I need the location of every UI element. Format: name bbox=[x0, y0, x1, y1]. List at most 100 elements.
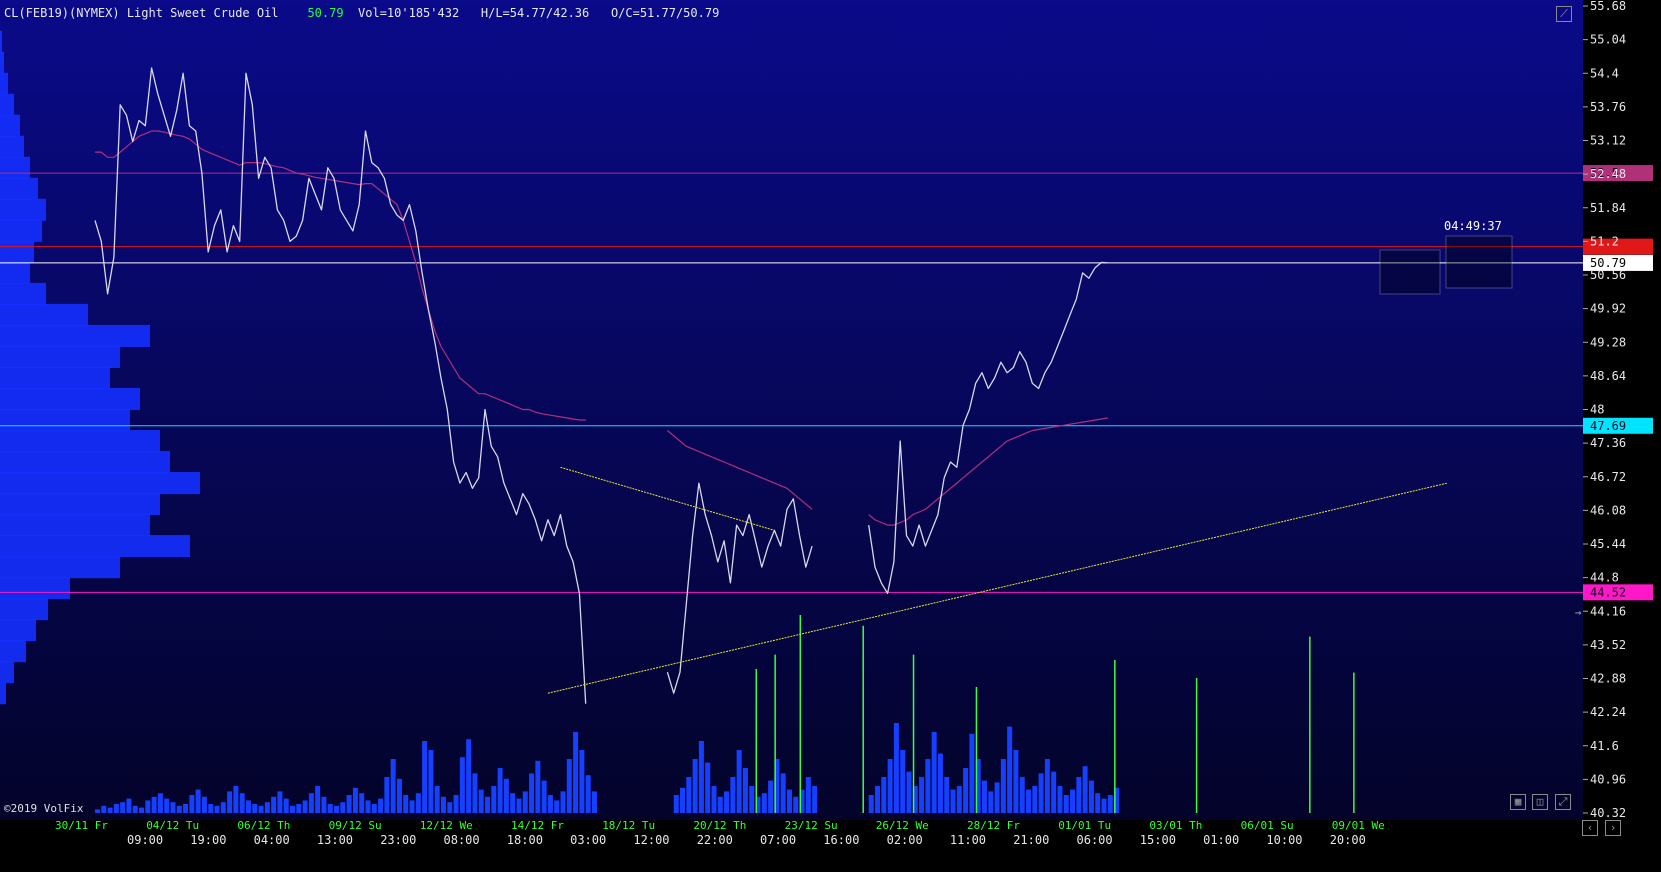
y-tick-label: 51.2 bbox=[1590, 234, 1619, 248]
volume-bar bbox=[1095, 793, 1101, 813]
volume-bar bbox=[214, 805, 220, 813]
last-price: 50.79 bbox=[307, 6, 344, 20]
instrument-name: CL(FEB19)(NYMEX) Light Sweet Crude Oil bbox=[4, 6, 279, 20]
volume-bar bbox=[994, 782, 1000, 813]
expand-icon[interactable]: ⤢ bbox=[1555, 794, 1571, 810]
scroll-arrow-icon[interactable]: → bbox=[1570, 606, 1586, 622]
x-time-label: 12:00 bbox=[633, 833, 669, 847]
volume-bar bbox=[944, 777, 950, 813]
volume-bar bbox=[422, 741, 428, 813]
volume-bar bbox=[768, 780, 774, 813]
instrument-header: CL(FEB19)(NYMEX) Light Sweet Crude Oil 5… bbox=[4, 6, 719, 20]
volume-bar bbox=[1019, 777, 1025, 813]
volume-bar bbox=[447, 802, 453, 813]
grid-layout-icon[interactable]: ▦ bbox=[1510, 794, 1526, 810]
profile-bar bbox=[0, 619, 36, 642]
volume-bar bbox=[428, 750, 434, 813]
volume-bar bbox=[906, 771, 912, 813]
x-time-label: 09:00 bbox=[127, 833, 163, 847]
volume-bar bbox=[875, 786, 881, 813]
y-tick-label: 49.92 bbox=[1590, 302, 1626, 316]
volume-bar bbox=[189, 795, 195, 813]
volume-bar bbox=[252, 804, 258, 813]
volume-bar bbox=[485, 796, 491, 813]
volume-bar bbox=[466, 739, 472, 813]
volume-bar bbox=[145, 800, 151, 813]
volume-bar bbox=[585, 775, 591, 813]
bar-countdown-timer: 04:49:37 bbox=[1444, 219, 1502, 233]
profile-bar bbox=[0, 598, 48, 621]
y-tick-label: 42.88 bbox=[1590, 672, 1626, 686]
volume-bar bbox=[705, 762, 711, 813]
volume-bar bbox=[409, 800, 415, 813]
y-tick-label: 46.08 bbox=[1590, 503, 1626, 517]
x-date-label: 23/12 Su bbox=[785, 819, 838, 832]
x-time-label: 11:00 bbox=[950, 833, 986, 847]
volume-bar bbox=[1088, 780, 1094, 813]
volume-bar bbox=[805, 777, 811, 813]
profile-bar bbox=[0, 514, 150, 537]
y-tick-label: 48.64 bbox=[1590, 369, 1626, 383]
y-tick-label: 53.76 bbox=[1590, 100, 1626, 114]
volume-bar bbox=[245, 800, 251, 813]
volume-readout: Vol=10'185'432 bbox=[358, 6, 460, 20]
volume-bar bbox=[881, 777, 887, 813]
volume-bar bbox=[195, 789, 201, 813]
volume-spike bbox=[1195, 678, 1198, 813]
x-date-label: 09/01 We bbox=[1332, 819, 1385, 832]
volume-bar bbox=[390, 759, 396, 813]
volume-bar bbox=[742, 768, 748, 813]
profile-bar bbox=[0, 51, 4, 74]
mini-dom-panel-left bbox=[1379, 249, 1441, 295]
volume-bar bbox=[736, 750, 742, 813]
profile-bar bbox=[0, 387, 140, 411]
volume-bar bbox=[522, 791, 528, 813]
volume-bar bbox=[1038, 773, 1044, 813]
y-tick-label: 49.28 bbox=[1590, 335, 1626, 349]
volume-bar bbox=[101, 805, 107, 813]
profile-bar bbox=[0, 535, 190, 558]
profile-bar bbox=[0, 345, 120, 368]
x-date-label: 26/12 We bbox=[876, 819, 929, 832]
x-time-label: 15:00 bbox=[1140, 833, 1176, 847]
profile-bar bbox=[0, 493, 160, 516]
x-time-label: 06:00 bbox=[1077, 833, 1113, 847]
volume-bar bbox=[239, 793, 245, 813]
volume-bar bbox=[365, 800, 371, 813]
volume-bar bbox=[686, 777, 692, 813]
volume-bar bbox=[321, 796, 327, 813]
profile-bar bbox=[0, 682, 6, 705]
volume-bar bbox=[359, 793, 365, 813]
volume-bar bbox=[1101, 798, 1107, 813]
split-layout-icon[interactable]: ◫ bbox=[1532, 794, 1548, 810]
x-time-label: 22:00 bbox=[697, 833, 733, 847]
draw-tool-icon[interactable]: ⟋ bbox=[1556, 6, 1572, 22]
volume-bar bbox=[132, 805, 138, 813]
x-time-label: 10:00 bbox=[1266, 833, 1302, 847]
volume-bar bbox=[931, 732, 937, 813]
volume-bar bbox=[208, 804, 214, 813]
volume-bar bbox=[478, 789, 484, 813]
volume-bar bbox=[290, 805, 296, 813]
volume-bar bbox=[919, 777, 925, 813]
volume-bar bbox=[157, 793, 163, 813]
volume-bar bbox=[139, 807, 145, 813]
volume-bar bbox=[95, 809, 100, 813]
volume-bar bbox=[352, 787, 358, 813]
profile-bar bbox=[0, 261, 30, 284]
profile-bar bbox=[0, 472, 200, 495]
volume-bar bbox=[724, 791, 730, 813]
volume-bar bbox=[1013, 750, 1019, 813]
volume-bar bbox=[937, 753, 943, 813]
volume-bar bbox=[371, 804, 377, 813]
profile-bar bbox=[0, 303, 88, 326]
volume-bar bbox=[535, 760, 541, 813]
profile-bar bbox=[0, 135, 24, 158]
volume-spike bbox=[1353, 672, 1355, 813]
scroll-right-button[interactable]: › bbox=[1605, 820, 1621, 836]
volume-bar bbox=[491, 786, 497, 813]
profile-bar bbox=[0, 72, 8, 95]
volume-bar bbox=[340, 802, 346, 813]
y-tick-label: 52.48 bbox=[1590, 167, 1626, 181]
scroll-left-button[interactable]: ‹ bbox=[1582, 820, 1598, 836]
